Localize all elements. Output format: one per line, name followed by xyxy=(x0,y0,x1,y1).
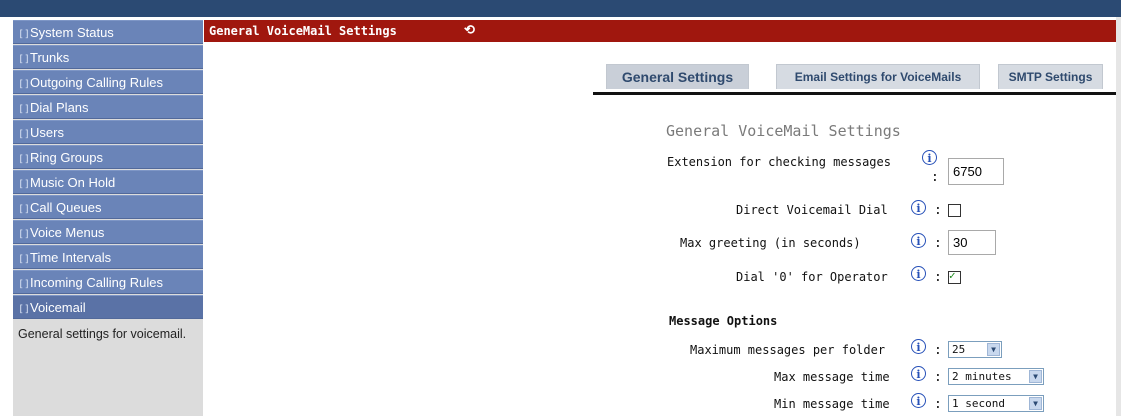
select-value: 25 xyxy=(952,343,966,356)
refresh-icon[interactable]: ⟲ xyxy=(464,20,475,42)
max-message-time-select[interactable]: 2 minutes ▼ xyxy=(948,368,1044,385)
bracket-icon: [] xyxy=(18,129,31,140)
dial-zero-operator-label: Dial '0' for Operator xyxy=(736,270,888,284)
chevron-down-icon: ▼ xyxy=(1029,397,1042,410)
tab-smtp-settings[interactable]: SMTP Settings xyxy=(998,64,1103,89)
bracket-icon: [] xyxy=(18,154,31,165)
colon: : xyxy=(934,236,942,251)
extension-input[interactable] xyxy=(948,158,1004,185)
sidebar-item-label: Voice Menus xyxy=(30,225,105,240)
sidebar-item-label: Dial Plans xyxy=(30,100,89,115)
dial-zero-operator-checkbox[interactable]: ✓ xyxy=(948,269,961,284)
max-messages-select[interactable]: 25 ▼ xyxy=(948,341,1002,358)
sidebar: []System Status []Trunks []Outgoing Call… xyxy=(13,20,203,416)
sidebar-item-label: Voicemail xyxy=(30,300,86,315)
sidebar-item-label: Call Queues xyxy=(30,200,102,215)
bracket-icon: [] xyxy=(18,204,31,215)
sidebar-item-users[interactable]: []Users xyxy=(13,120,203,144)
scrollbar-edge xyxy=(1116,17,1121,416)
select-value: 1 second xyxy=(952,397,1005,410)
sidebar-item-voicemail[interactable]: []Voicemail xyxy=(13,295,203,319)
sidebar-help-text: General settings for voicemail. xyxy=(18,327,187,341)
sidebar-item-system-status[interactable]: []System Status xyxy=(13,20,203,44)
sidebar-item-incoming-calling-rules[interactable]: []Incoming Calling Rules xyxy=(13,270,203,294)
message-options-title: Message Options xyxy=(669,314,778,328)
tab-email-settings[interactable]: Email Settings for VoiceMails xyxy=(776,64,980,89)
tab-bar: General Settings Email Settings for Voic… xyxy=(593,64,1116,95)
sidebar-item-ring-groups[interactable]: []Ring Groups xyxy=(13,145,203,169)
max-greeting-input[interactable] xyxy=(948,230,996,255)
colon: : xyxy=(934,343,942,358)
bracket-icon: [] xyxy=(18,279,31,290)
page-title: General VoiceMail Settings xyxy=(209,24,397,38)
top-banner xyxy=(0,0,1121,17)
sidebar-item-label: Music On Hold xyxy=(30,175,116,190)
section-title: General VoiceMail Settings xyxy=(666,122,901,140)
sidebar-item-label: Users xyxy=(30,125,64,140)
sidebar-item-label: Outgoing Calling Rules xyxy=(30,75,163,90)
colon: : xyxy=(934,203,942,218)
info-icon[interactable]: i xyxy=(911,393,926,408)
sidebar-item-time-intervals[interactable]: []Time Intervals xyxy=(13,245,203,269)
check-icon: ✓ xyxy=(949,269,956,282)
colon: : xyxy=(931,170,939,185)
sidebar-item-label: Trunks xyxy=(30,50,70,65)
bracket-icon: [] xyxy=(18,54,31,65)
select-value: 2 minutes xyxy=(952,370,1012,383)
sidebar-item-label: Time Intervals xyxy=(30,250,112,265)
chevron-down-icon: ▼ xyxy=(1029,370,1042,383)
info-icon[interactable]: i xyxy=(911,339,926,354)
min-message-time-select[interactable]: 1 second ▼ xyxy=(948,395,1044,412)
bracket-icon: [] xyxy=(18,229,31,240)
direct-voicemail-dial-checkbox[interactable] xyxy=(948,204,961,217)
colon: : xyxy=(934,370,942,385)
tab-general-settings[interactable]: General Settings xyxy=(606,64,749,89)
sidebar-item-music-on-hold[interactable]: []Music On Hold xyxy=(13,170,203,194)
extension-label: Extension for checking messages xyxy=(667,155,891,169)
sidebar-item-outgoing-calling-rules[interactable]: []Outgoing Calling Rules xyxy=(13,70,203,94)
sidebar-item-label: Ring Groups xyxy=(30,150,103,165)
max-messages-label: Maximum messages per folder xyxy=(690,343,886,357)
bracket-icon: [] xyxy=(18,29,31,40)
colon: : xyxy=(934,397,942,412)
info-icon[interactable]: i xyxy=(911,266,926,281)
sidebar-item-trunks[interactable]: []Trunks xyxy=(13,45,203,69)
sidebar-item-dial-plans[interactable]: []Dial Plans xyxy=(13,95,203,119)
info-icon[interactable]: i xyxy=(911,233,926,248)
bracket-icon: [] xyxy=(18,304,31,315)
max-greeting-label: Max greeting (in seconds) xyxy=(680,236,861,250)
min-message-time-label: Min message time xyxy=(774,397,890,411)
sidebar-item-call-queues[interactable]: []Call Queues xyxy=(13,195,203,219)
bracket-icon: [] xyxy=(18,179,31,190)
bracket-icon: [] xyxy=(18,79,31,90)
info-icon[interactable]: i xyxy=(922,150,937,165)
bracket-icon: [] xyxy=(18,104,31,115)
direct-voicemail-dial-label: Direct Voicemail Dial xyxy=(736,203,888,217)
colon: : xyxy=(934,270,942,285)
info-icon[interactable]: i xyxy=(911,366,926,381)
info-icon[interactable]: i xyxy=(911,200,926,215)
bracket-icon: [] xyxy=(18,254,31,265)
page-header: General VoiceMail Settings ⟲ xyxy=(204,20,1116,42)
max-message-time-label: Max message time xyxy=(774,370,890,384)
sidebar-item-label: System Status xyxy=(30,25,114,40)
sidebar-item-label: Incoming Calling Rules xyxy=(30,275,163,290)
chevron-down-icon: ▼ xyxy=(987,343,1000,356)
sidebar-item-voice-menus[interactable]: []Voice Menus xyxy=(13,220,203,244)
